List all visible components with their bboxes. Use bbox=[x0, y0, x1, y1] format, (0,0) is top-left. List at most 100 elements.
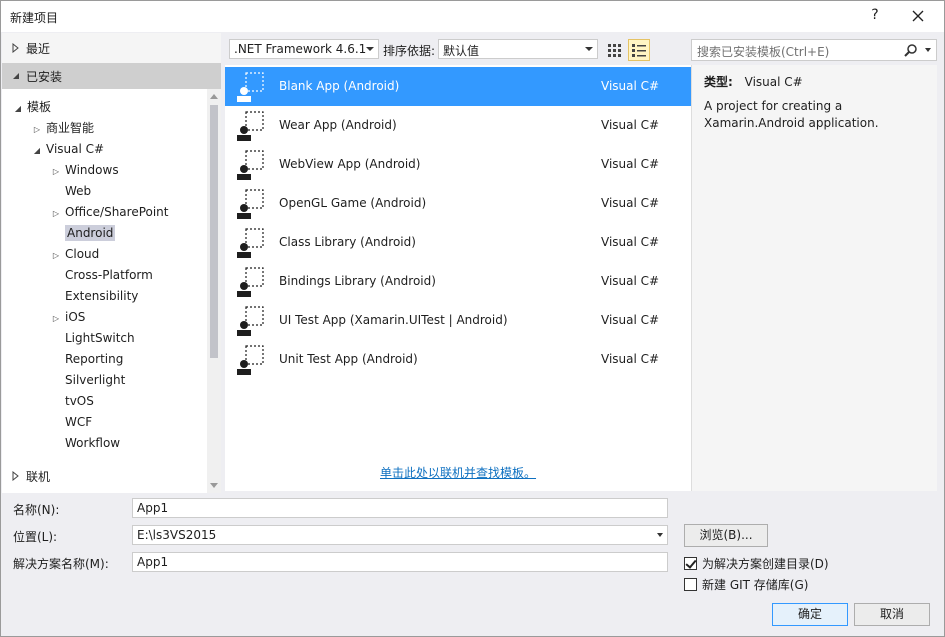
tree-item[interactable]: LightSwitch bbox=[50, 328, 135, 348]
template-row[interactable]: WebView App (Android) Visual C# bbox=[225, 145, 691, 184]
csharp-project-icon bbox=[237, 228, 264, 258]
online-templates-link[interactable]: 单击此处以联机并查找模板。 bbox=[380, 464, 536, 481]
chevron-down-icon bbox=[585, 47, 593, 51]
section-installed[interactable]: 已安装 bbox=[2, 63, 221, 89]
scroll-thumb[interactable] bbox=[210, 105, 218, 358]
tree-item[interactable]: ▷ Cloud bbox=[50, 244, 99, 264]
expand-arrow-icon[interactable]: ▷ bbox=[50, 309, 62, 329]
create-directory-label: 为解决方案创建目录(D) bbox=[702, 557, 829, 571]
expand-arrow-icon[interactable]: ▷ bbox=[50, 204, 62, 224]
chevron-down-icon[interactable] bbox=[657, 533, 663, 537]
tree-item[interactable]: Android bbox=[50, 223, 116, 243]
tree-item-label: Windows bbox=[65, 163, 119, 177]
expand-arrow-icon[interactable]: ▷ bbox=[50, 162, 62, 182]
browse-button[interactable]: 浏览(B)... bbox=[684, 524, 768, 547]
cancel-button[interactable]: 取消 bbox=[854, 603, 930, 626]
tree-item-label: LightSwitch bbox=[65, 331, 135, 345]
template-language: Visual C# bbox=[601, 196, 660, 210]
tree-item-label: Workflow bbox=[65, 436, 121, 450]
tree-item-label: Web bbox=[65, 184, 92, 198]
template-language: Visual C# bbox=[601, 235, 660, 249]
tree-scrollbar[interactable] bbox=[207, 89, 221, 493]
tree-item[interactable]: Cross-Platform bbox=[50, 265, 153, 285]
tree-item[interactable]: Reporting bbox=[50, 349, 123, 369]
template-row[interactable]: Wear App (Android) Visual C# bbox=[225, 106, 691, 145]
expand-arrow-icon[interactable]: ▷ bbox=[31, 120, 43, 140]
template-language: Visual C# bbox=[601, 352, 660, 366]
tree-item-label: Office/SharePoint bbox=[65, 205, 169, 219]
expand-arrow-icon bbox=[12, 43, 19, 53]
tree-item[interactable]: Workflow bbox=[50, 433, 120, 453]
list-view-button[interactable] bbox=[628, 39, 650, 61]
type-value: Visual C# bbox=[744, 75, 803, 89]
tree-item-label: Visual C# bbox=[46, 142, 105, 156]
git-repo-option[interactable]: 新建 GIT 存储库(G) bbox=[684, 576, 808, 593]
tree-item[interactable]: ▷ Windows bbox=[50, 160, 119, 180]
search-placeholder: 搜索已安装模板(Ctrl+E) bbox=[697, 45, 830, 59]
tree-item[interactable]: WCF bbox=[50, 412, 92, 432]
template-name: Unit Test App (Android) bbox=[279, 352, 418, 366]
template-language: Visual C# bbox=[601, 313, 660, 327]
tree-item-label: Android bbox=[65, 225, 116, 241]
template-row[interactable]: Bindings Library (Android) Visual C# bbox=[225, 262, 691, 301]
search-input[interactable]: 搜索已安装模板(Ctrl+E) bbox=[691, 39, 937, 61]
template-name: Blank App (Android) bbox=[279, 79, 400, 93]
details-pane: 类型: Visual C# A project for creating a X… bbox=[691, 65, 937, 491]
template-row[interactable]: OpenGL Game (Android) Visual C# bbox=[225, 184, 691, 223]
tree-item[interactable]: Extensibility bbox=[50, 286, 138, 306]
location-combobox[interactable]: E:\ls3VS2015 bbox=[132, 525, 668, 545]
framework-select[interactable]: .NET Framework 4.6.1 bbox=[229, 39, 379, 59]
search-icon[interactable] bbox=[904, 43, 918, 57]
template-language: Visual C# bbox=[601, 157, 660, 171]
template-row[interactable]: Blank App (Android) Visual C# bbox=[225, 67, 691, 106]
sort-label: 排序依据: bbox=[383, 44, 436, 58]
solution-name-input[interactable]: App1 bbox=[132, 552, 668, 572]
csharp-project-icon bbox=[237, 345, 264, 375]
close-button[interactable] bbox=[906, 6, 930, 26]
ok-button[interactable]: 确定 bbox=[772, 603, 848, 626]
tree-item-label: tvOS bbox=[65, 394, 94, 408]
section-installed-label: 已安装 bbox=[26, 70, 63, 84]
template-language: Visual C# bbox=[601, 274, 660, 288]
window-title: 新建项目 bbox=[10, 11, 59, 25]
tree-item-label: Cloud bbox=[65, 247, 100, 261]
csharp-project-icon bbox=[237, 72, 264, 102]
template-language: Visual C# bbox=[601, 79, 660, 93]
template-row[interactable]: UI Test App (Xamarin.UITest | Android) Vi… bbox=[225, 301, 691, 340]
tree-item[interactable]: ◢ 模板 bbox=[12, 97, 51, 117]
git-repo-checkbox[interactable] bbox=[684, 578, 697, 591]
scroll-up-icon[interactable] bbox=[210, 94, 218, 99]
framework-value: .NET Framework 4.6.1 bbox=[234, 42, 367, 56]
tree-item[interactable]: ▷ Office/SharePoint bbox=[50, 202, 169, 222]
template-row[interactable]: Class Library (Android) Visual C# bbox=[225, 223, 691, 262]
collapse-arrow-icon bbox=[13, 73, 19, 79]
type-row: 类型: Visual C# bbox=[704, 73, 803, 90]
name-input[interactable]: App1 bbox=[132, 498, 668, 518]
sort-select[interactable]: 默认值 bbox=[438, 39, 598, 59]
template-row[interactable]: Unit Test App (Android) Visual C# bbox=[225, 340, 691, 379]
create-directory-option[interactable]: 为解决方案创建目录(D) bbox=[684, 555, 829, 572]
search-options-chevron-icon[interactable] bbox=[925, 48, 931, 52]
create-directory-checkbox[interactable] bbox=[684, 557, 697, 570]
chevron-down-icon bbox=[366, 47, 374, 51]
expand-arrow-icon bbox=[12, 471, 19, 481]
template-name: Wear App (Android) bbox=[279, 118, 397, 132]
collapse-arrow-icon[interactable]: ◢ bbox=[31, 141, 43, 161]
tree-item[interactable]: ▷ 商业智能 bbox=[31, 118, 94, 138]
tree-item[interactable]: Silverlight bbox=[50, 370, 125, 390]
tree-item[interactable]: ▷ iOS bbox=[50, 307, 85, 327]
grid-view-icon bbox=[608, 44, 621, 57]
template-name: Bindings Library (Android) bbox=[279, 274, 436, 288]
tree-item[interactable]: Web bbox=[50, 181, 91, 201]
section-recent[interactable]: 最近 bbox=[2, 35, 221, 61]
tree-item[interactable]: tvOS bbox=[50, 391, 94, 411]
help-button[interactable]: ? bbox=[865, 7, 885, 23]
git-repo-label: 新建 GIT 存储库(G) bbox=[702, 578, 809, 592]
tree-item[interactable]: ◢ Visual C# bbox=[31, 139, 104, 159]
section-online[interactable]: 联机 bbox=[2, 463, 221, 489]
csharp-project-icon bbox=[237, 306, 264, 336]
expand-arrow-icon[interactable]: ▷ bbox=[50, 246, 62, 266]
title-bar: 新建项目 ? bbox=[1, 1, 944, 32]
grid-view-button[interactable] bbox=[603, 39, 625, 61]
collapse-arrow-icon[interactable]: ◢ bbox=[12, 99, 24, 119]
